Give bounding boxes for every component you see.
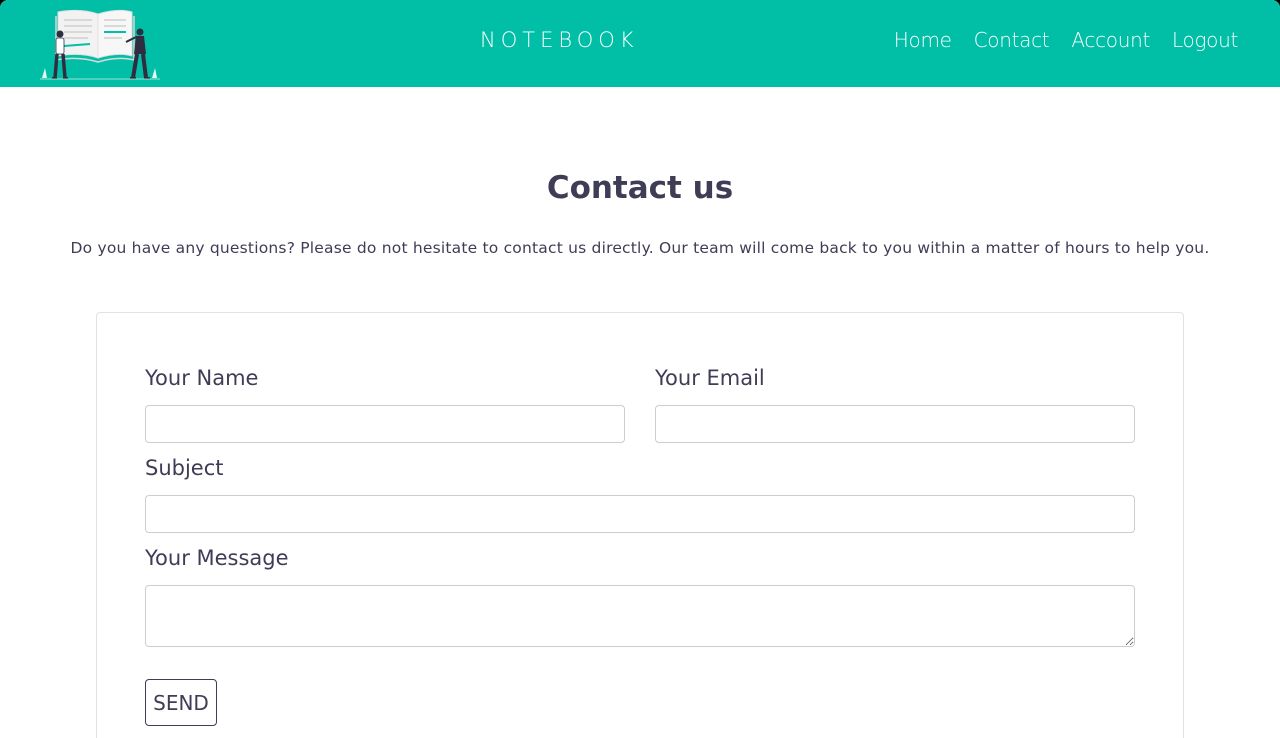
brand-title[interactable]: NOTEBOOK (480, 28, 634, 52)
email-input[interactable] (655, 405, 1135, 443)
subject-input[interactable] (145, 495, 1135, 533)
message-label: Your Message (145, 546, 289, 570)
logo-icon[interactable] (40, 6, 160, 82)
nav-link-contact[interactable]: Contact (974, 28, 1050, 52)
send-button[interactable]: SEND (145, 679, 217, 726)
email-label: Your Email (655, 366, 765, 390)
nav-links: Home Contact Account Logout (894, 28, 1239, 52)
name-input[interactable] (145, 405, 625, 443)
nav-link-home[interactable]: Home (894, 28, 952, 52)
nav-link-account[interactable]: Account (1071, 28, 1150, 52)
page-title: Contact us (546, 170, 734, 206)
subject-label: Subject (145, 456, 224, 480)
name-label: Your Name (145, 366, 259, 390)
intro-text: Do you have any questions? Please do not… (70, 239, 1210, 257)
navbar: NOTEBOOK Home Contact Account Logout (0, 0, 1280, 87)
nav-link-logout[interactable]: Logout (1172, 28, 1238, 52)
page: NOTEBOOK Home Contact Account Logout Con… (0, 0, 1280, 738)
message-textarea[interactable] (145, 585, 1135, 647)
